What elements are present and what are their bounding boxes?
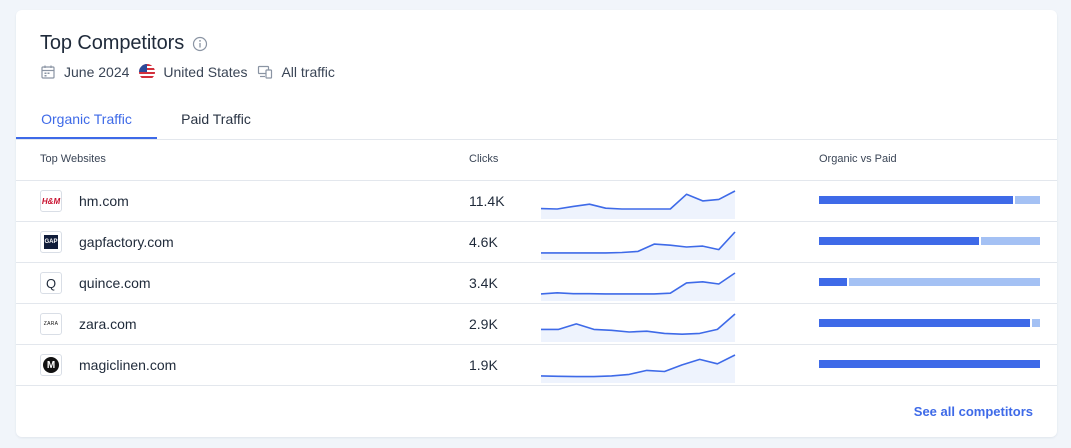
site-name[interactable]: hm.com — [79, 193, 129, 209]
site-favicon-icon: Q — [40, 272, 62, 294]
clicks-trend-sparkline — [540, 354, 736, 383]
column-header-clicks: Clicks — [469, 153, 499, 165]
filter-summary: June 2024 United States All traffic — [40, 64, 345, 80]
clicks-trend-sparkline — [540, 190, 736, 219]
site-name[interactable]: zara.com — [79, 316, 137, 332]
organic-vs-paid-bar — [819, 360, 1040, 368]
devices-icon — [258, 65, 273, 79]
country-label: United States — [163, 64, 248, 80]
organic-vs-paid-bar — [819, 196, 1040, 204]
us-flag-icon — [139, 64, 156, 80]
date-label: June 2024 — [64, 64, 130, 80]
favicon-glyph: GAP — [44, 235, 58, 249]
organic-vs-paid-bar — [819, 319, 1040, 327]
site-name[interactable]: gapfactory.com — [79, 234, 174, 250]
organic-share-fill — [819, 237, 982, 245]
favicon-glyph: H&M — [41, 196, 61, 206]
sparkline-area — [541, 314, 735, 342]
sparkline-area — [541, 273, 735, 301]
organic-share-fill — [819, 319, 1033, 327]
calendar-icon — [41, 65, 55, 79]
card-title: Top Competitors — [40, 32, 185, 54]
site-name[interactable]: magiclinen.com — [79, 357, 176, 373]
clicks-value: 4.6K — [469, 234, 498, 250]
traffic-tabs: Organic Traffic Paid Traffic — [16, 106, 1057, 140]
site-favicon-icon: M — [40, 354, 62, 376]
tab-organic-traffic[interactable]: Organic Traffic — [16, 106, 157, 139]
site-name[interactable]: quince.com — [79, 275, 151, 291]
favicon-glyph: ZARA — [43, 321, 59, 327]
site-favicon-icon: H&M — [40, 190, 62, 212]
country-filter: United States — [139, 64, 247, 80]
clicks-value: 3.4K — [469, 275, 498, 291]
table-row[interactable]: ZARA zara.com 2.9K — [16, 304, 1057, 345]
site-favicon-icon: ZARA — [40, 313, 62, 335]
table-row[interactable]: H&M hm.com 11.4K — [16, 181, 1057, 222]
clicks-trend-sparkline — [540, 272, 736, 301]
clicks-value: 2.9K — [469, 316, 498, 332]
see-all-competitors-link[interactable]: See all competitors — [914, 404, 1033, 419]
organic-vs-paid-bar — [819, 237, 1040, 245]
table-row[interactable]: Qquince.com 3.4K — [16, 263, 1057, 304]
clicks-value: 11.4K — [469, 193, 505, 209]
column-header-websites: Top Websites — [40, 153, 106, 165]
table-row[interactable]: Mmagiclinen.com 1.9K — [16, 345, 1057, 386]
organic-share-fill — [819, 278, 849, 286]
sparkline-area — [541, 355, 735, 383]
table-row[interactable]: GAP gapfactory.com 4.6K — [16, 222, 1057, 263]
organic-share-fill — [819, 360, 1040, 368]
organic-vs-paid-bar — [819, 278, 1040, 286]
clicks-trend-sparkline — [541, 313, 736, 342]
sparkline-area — [541, 191, 735, 219]
favicon-glyph: M — [43, 357, 59, 373]
top-competitors-card: Top Competitors June 2024 United States … — [16, 10, 1057, 437]
traffic-filter: All traffic — [257, 64, 335, 80]
title-row: Top Competitors — [40, 32, 208, 55]
organic-share-fill — [819, 196, 1015, 204]
favicon-glyph: Q — [45, 275, 57, 291]
tab-paid-traffic[interactable]: Paid Traffic — [157, 106, 275, 139]
traffic-label: All traffic — [281, 64, 335, 80]
info-icon[interactable] — [192, 36, 208, 52]
column-header-organic-vs-paid: Organic vs Paid — [819, 153, 897, 165]
site-favicon-icon: GAP — [40, 231, 62, 253]
date-filter: June 2024 — [40, 64, 129, 80]
clicks-trend-sparkline — [541, 231, 736, 260]
clicks-value: 1.9K — [469, 357, 498, 373]
